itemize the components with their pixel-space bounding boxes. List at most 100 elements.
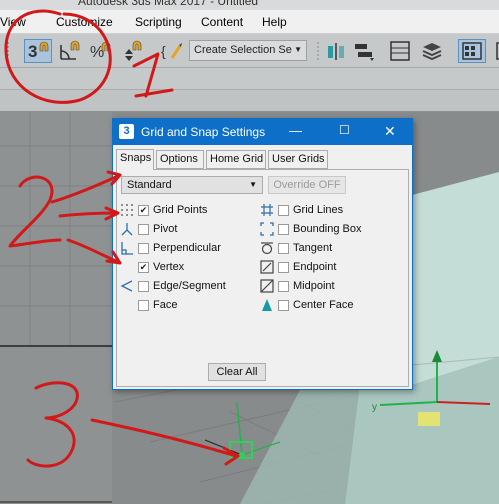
- toolbar-separator: [314, 39, 322, 63]
- grid-points-label: Grid Points: [153, 204, 208, 216]
- snap-type-dropdown[interactable]: Standard ▼: [121, 176, 263, 194]
- snap-grid-points[interactable]: ✔ Grid Points: [120, 202, 207, 218]
- secondary-toolbar: [0, 68, 499, 90]
- box-side-face: [412, 172, 499, 385]
- perpendicular-label: Perpendicular: [153, 242, 221, 254]
- snap-vertex[interactable]: ✔ Vertex: [120, 259, 184, 275]
- spinner-snap-button[interactable]: [120, 39, 144, 63]
- dialog-title: Grid and Snap Settings: [141, 125, 266, 139]
- midpoint-checkbox[interactable]: [278, 280, 289, 292]
- percent-snap-button[interactable]: %: [88, 39, 112, 63]
- mirror-button[interactable]: [324, 39, 348, 63]
- snap-perpendicular[interactable]: Perpendicular: [120, 240, 221, 256]
- grid-lines-label: Grid Lines: [293, 204, 344, 216]
- menu-help[interactable]: Help: [262, 15, 287, 29]
- svg-text:y: y: [372, 402, 377, 413]
- align-button[interactable]: [352, 39, 376, 63]
- tangent-icon: [260, 241, 278, 255]
- toolbar-handle[interactable]: [2, 39, 16, 63]
- spinner-snap-icon: [125, 40, 142, 61]
- grid-lines-checkbox[interactable]: [278, 204, 289, 216]
- pivot-icon: [120, 222, 138, 236]
- grid-lines-icon: [260, 203, 278, 217]
- bounding-box-checkbox[interactable]: [278, 223, 289, 235]
- tab-home-grid[interactable]: Home Grid: [206, 150, 266, 169]
- center-face-checkbox[interactable]: [278, 299, 289, 311]
- layers-icon: [422, 43, 442, 61]
- dialog-titlebar[interactable]: 3 Grid and Snap Settings — ☐ ✕: [113, 119, 412, 145]
- tab-user-grids[interactable]: User Grids: [268, 150, 328, 169]
- edge-segment-label: Edge/Segment: [153, 280, 226, 292]
- menubar: View Customize Scripting Content Help: [0, 10, 499, 34]
- curve-editor-button[interactable]: [490, 39, 499, 63]
- midpoint-icon: [260, 279, 278, 293]
- grid-points-checkbox[interactable]: ✔: [138, 204, 149, 216]
- snap-grid-lines[interactable]: Grid Lines: [260, 202, 343, 218]
- named-selection-icon: {: [161, 43, 182, 59]
- endpoint-label: Endpoint: [293, 261, 337, 273]
- snap-center-face[interactable]: Center Face: [260, 297, 354, 313]
- scene-explorer-button[interactable]: [388, 39, 412, 63]
- window-title: Autodesk 3ds Max 2017 - Untitled: [78, 0, 259, 8]
- edge-segment-icon: [120, 279, 138, 293]
- align-icon: [355, 44, 374, 61]
- snap-bounding-box[interactable]: Bounding Box: [260, 221, 362, 237]
- vertex-icon: [120, 260, 138, 274]
- menu-scripting[interactable]: Scripting: [135, 15, 182, 29]
- pivot-label: Pivot: [153, 223, 178, 235]
- mirror-icon: [328, 43, 344, 60]
- snaps-toggle-button[interactable]: 3: [24, 39, 52, 63]
- snap-pivot[interactable]: Pivot: [120, 221, 177, 237]
- close-icon[interactable]: ✕: [384, 123, 396, 140]
- face-label: Face: [153, 299, 178, 311]
- bounding-box-icon: [260, 222, 278, 236]
- menu-view[interactable]: View: [0, 15, 26, 29]
- bounding-box-label: Bounding Box: [293, 223, 362, 235]
- tangent-label: Tangent: [293, 242, 333, 254]
- ribbon-icon: [462, 42, 482, 60]
- svg-text:3: 3: [28, 42, 37, 61]
- snaps-panel: Standard ▼ Override OFF ✔ Grid Points Pi…: [116, 169, 409, 387]
- menu-customize[interactable]: Customize: [56, 15, 113, 29]
- edge-segment-checkbox[interactable]: [138, 280, 149, 292]
- tab-snaps[interactable]: Snaps: [116, 149, 154, 170]
- selection-set-placeholder: Create Selection Se: [194, 44, 292, 56]
- angle-snap-button[interactable]: [58, 39, 82, 63]
- grid-points-icon: [120, 203, 138, 217]
- layer-explorer-button[interactable]: [420, 39, 444, 63]
- window-titlebar: Autodesk 3ds Max 2017 - Untitled: [0, 0, 499, 10]
- snap-midpoint[interactable]: Midpoint: [260, 278, 335, 294]
- minimize-icon[interactable]: —: [289, 123, 302, 138]
- chevron-down-icon: ▼: [294, 45, 302, 54]
- selection-set-dropdown[interactable]: Create Selection Se ▼: [189, 40, 307, 61]
- pivot-checkbox[interactable]: [138, 223, 149, 235]
- tab-options[interactable]: Options: [156, 150, 204, 169]
- maximize-icon[interactable]: ☐: [339, 123, 350, 137]
- vertex-checkbox[interactable]: ✔: [138, 261, 149, 273]
- snap-edge-segment[interactable]: Edge/Segment: [120, 278, 226, 294]
- ribbon-toggle-button[interactable]: [458, 39, 486, 63]
- tangent-checkbox[interactable]: [278, 242, 289, 254]
- angle-snap-icon: [60, 40, 80, 60]
- center-face-icon: [260, 298, 278, 312]
- midpoint-label: Midpoint: [293, 280, 335, 292]
- ribbon-strip: [0, 90, 499, 112]
- center-face-label: Center Face: [293, 299, 354, 311]
- app-3-icon: 3: [119, 124, 134, 139]
- menu-content[interactable]: Content: [201, 15, 243, 29]
- grid-snap-dialog: 3 Grid and Snap Settings — ☐ ✕ Snaps Opt…: [112, 118, 413, 390]
- vertex-label: Vertex: [153, 261, 185, 273]
- snap-type-value: Standard: [127, 179, 172, 191]
- snap-face[interactable]: Face: [120, 297, 177, 313]
- edit-named-selection-button[interactable]: {: [160, 39, 184, 63]
- snap-endpoint[interactable]: Endpoint: [260, 259, 336, 275]
- percent-snap-icon: %: [90, 41, 111, 61]
- perpendicular-checkbox[interactable]: [138, 242, 149, 254]
- main-toolbar: 3 % { Create Selection Se ▼: [0, 34, 499, 68]
- snap-tangent[interactable]: Tangent: [260, 240, 332, 256]
- perpendicular-icon: [120, 241, 138, 255]
- face-checkbox[interactable]: [138, 299, 149, 311]
- clear-all-button[interactable]: Clear All: [208, 363, 266, 381]
- override-button[interactable]: Override OFF: [268, 176, 346, 194]
- endpoint-checkbox[interactable]: [278, 261, 289, 273]
